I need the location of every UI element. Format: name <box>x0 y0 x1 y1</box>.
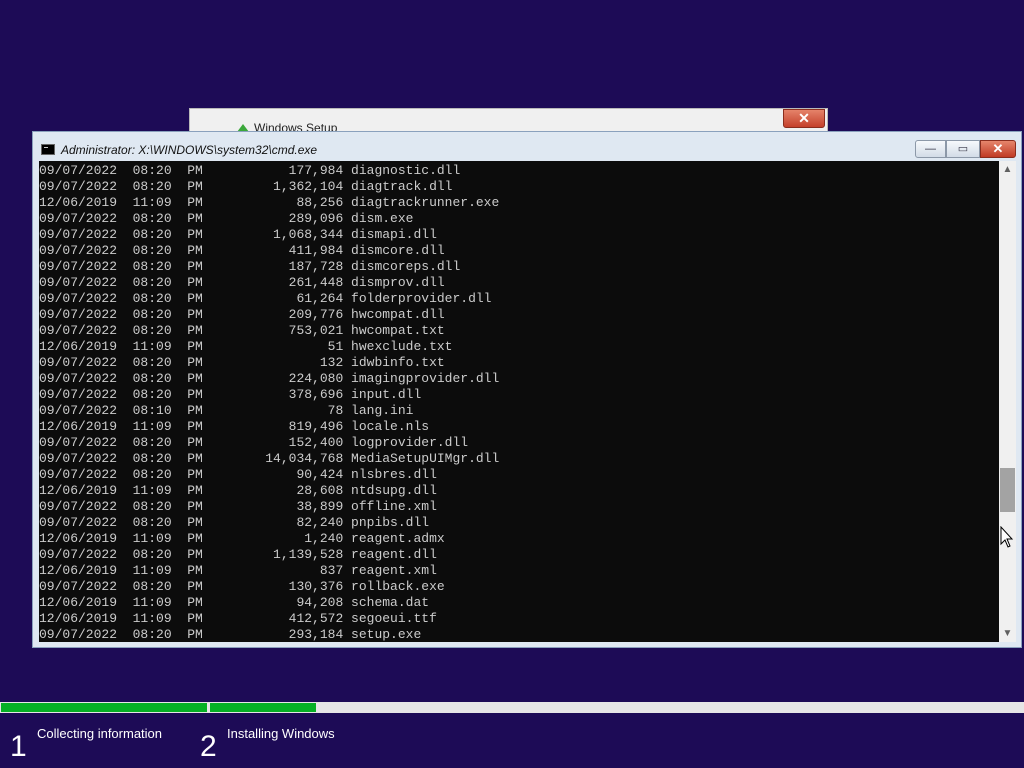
scroll-thumb[interactable] <box>1000 468 1015 512</box>
console-line: 09/07/2022 08:20 PM 261,448 dismprov.dll <box>39 275 445 290</box>
cmd-window-title: Administrator: X:\WINDOWS\system32\cmd.e… <box>61 143 318 157</box>
console-line: 09/07/2022 08:20 PM 289,096 dism.exe <box>39 211 414 226</box>
console-line: 09/07/2022 08:20 PM 177,984 diagnostic.d… <box>39 163 461 178</box>
cmd-window: Administrator: X:\WINDOWS\system32\cmd.e… <box>32 131 1022 648</box>
console-line: 09/07/2022 08:20 PM 132 idwbinfo.txt <box>39 355 445 370</box>
step-1-label: Collecting information <box>37 726 163 741</box>
mouse-pointer-icon <box>1000 526 1014 548</box>
console-line: 09/07/2022 08:20 PM 753,021 hwcompat.txt <box>39 323 445 338</box>
step-2-progress <box>210 703 316 712</box>
console-lines: 09/07/2022 08:20 PM 177,984 diagnostic.d… <box>39 163 499 642</box>
close-button[interactable]: ✕ <box>980 140 1016 158</box>
console-output[interactable]: 09/07/2022 08:20 PM 177,984 diagnostic.d… <box>39 161 999 642</box>
console-line: 09/07/2022 08:20 PM 14,034,768 MediaSetu… <box>39 451 500 466</box>
console-line: 09/07/2022 08:20 PM 1,068,344 dismapi.dl… <box>39 227 437 242</box>
setup-close-button[interactable]: ✕ <box>783 109 825 128</box>
scroll-down-arrow-icon[interactable]: ▼ <box>999 625 1016 642</box>
console-line: 12/06/2019 11:09 PM 819,496 locale.nls <box>39 419 430 434</box>
console-line: 12/06/2019 11:09 PM 1,240 reagent.admx <box>39 531 445 546</box>
console-line: 12/06/2019 11:09 PM 837 reagent.xml <box>39 563 437 578</box>
step-1-progress <box>1 703 207 712</box>
vertical-scrollbar[interactable]: ▲ ▼ <box>999 161 1016 642</box>
console-line: 12/06/2019 11:09 PM 28,608 ntdsupg.dll <box>39 483 437 498</box>
console-line: 09/07/2022 08:20 PM 61,264 folderprovide… <box>39 291 492 306</box>
console-line: 09/07/2022 08:20 PM 187,728 dismcoreps.d… <box>39 259 461 274</box>
step-1-number: 1 <box>10 730 27 763</box>
scroll-up-arrow-icon[interactable]: ▲ <box>999 161 1016 178</box>
console-line: 09/07/2022 08:10 PM 78 lang.ini <box>39 403 414 418</box>
console-line: 09/07/2022 08:20 PM 90,424 nlsbres.dll <box>39 467 437 482</box>
maximize-button[interactable]: ▭ <box>946 140 980 158</box>
cmd-titlebar[interactable]: Administrator: X:\WINDOWS\system32\cmd.e… <box>33 132 1021 161</box>
step-2-label: Installing Windows <box>227 726 335 741</box>
step-2-number: 2 <box>200 730 217 763</box>
cmd-icon[interactable] <box>41 144 55 155</box>
console-line: 09/07/2022 08:20 PM 82,240 pnpibs.dll <box>39 515 430 530</box>
console-line: 12/06/2019 11:09 PM 412,572 segoeui.ttf <box>39 611 437 626</box>
setup-progress-bar <box>0 702 1024 713</box>
console-line: 09/07/2022 08:20 PM 130,376 rollback.exe <box>39 579 445 594</box>
console-line: 12/06/2019 11:09 PM 51 hwexclude.txt <box>39 339 453 354</box>
console-line: 09/07/2022 08:20 PM 378,696 input.dll <box>39 387 422 402</box>
console-line: 09/07/2022 08:20 PM 1,139,528 reagent.dl… <box>39 547 437 562</box>
minimize-button[interactable]: — <box>915 140 946 158</box>
console-line: 09/07/2022 08:20 PM 38,899 offline.xml <box>39 499 437 514</box>
console-line: 12/06/2019 11:09 PM 88,256 diagtrackrunn… <box>39 195 500 210</box>
console-line: 12/06/2019 11:09 PM 94,208 schema.dat <box>39 595 430 610</box>
console-line: 09/07/2022 08:20 PM 1,362,104 diagtrack.… <box>39 179 453 194</box>
console-line: 09/07/2022 08:20 PM 224,080 imagingprovi… <box>39 371 500 386</box>
console-line: 09/07/2022 08:20 PM 209,776 hwcompat.dll <box>39 307 445 322</box>
console-line: 09/07/2022 08:20 PM 152,400 logprovider.… <box>39 435 469 450</box>
console-line: 09/07/2022 08:20 PM 293,184 setup.exe <box>39 627 422 642</box>
console-line: 09/07/2022 08:20 PM 411,984 dismcore.dll <box>39 243 445 258</box>
